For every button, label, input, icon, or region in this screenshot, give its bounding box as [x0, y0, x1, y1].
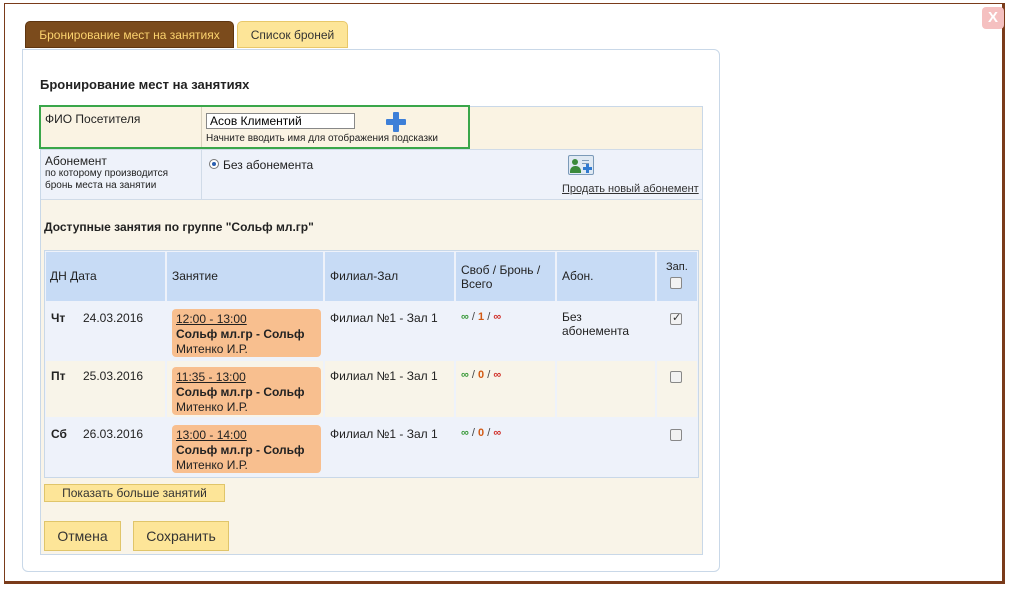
show-more-lessons-button[interactable]: Показать больше занятий — [44, 484, 225, 502]
row-capacity: ∞ / 0 / ∞ — [461, 369, 502, 381]
total-count: ∞ — [493, 369, 502, 381]
row-lesson-cell: 13:00 - 14:00 Сольф мл.гр - Сольф Митенк… — [167, 419, 323, 475]
reserve-checkbox[interactable] — [670, 429, 682, 441]
visitor-row: ФИО Посетителя Начните вводить имя для о… — [39, 105, 702, 149]
tab-booking[interactable]: Бронирование мест на занятиях — [25, 21, 234, 48]
table-row: Сб 26.03.2016 — [46, 419, 165, 475]
booked-count: 0 — [478, 427, 485, 439]
select-all-checkbox[interactable] — [670, 277, 682, 289]
row-day: Пт — [51, 369, 66, 383]
row-free-cell: ∞ / 1 / ∞ — [456, 303, 555, 359]
row-date: 25.03.2016 — [83, 369, 144, 383]
lesson-teacher: Митенко И.Р. — [176, 458, 248, 472]
lesson-name: Сольф мл.гр - Сольф — [176, 385, 305, 399]
cancel-button[interactable]: Отмена — [44, 521, 121, 551]
lesson-card[interactable]: 11:35 - 13:00 Сольф мл.гр - Сольф Митенк… — [172, 367, 321, 415]
header-free-label-2: Всего — [461, 277, 493, 291]
header-reserve-label: Зап. — [666, 261, 688, 273]
lessons-section-title: Доступные занятия по группе "Сольф мл.гр… — [44, 220, 314, 234]
row-capacity: ∞ / 1 / ∞ — [461, 311, 502, 323]
row-branch-cell: Филиал №1 - Зал 1 — [325, 361, 454, 417]
subscription-label: Абонемент — [45, 154, 107, 168]
row-branch: Филиал №1 - Зал 1 — [330, 369, 438, 383]
close-button[interactable]: X — [982, 7, 1004, 29]
row-day: Чт — [51, 311, 66, 325]
table-row: Пт 25.03.2016 — [46, 361, 165, 417]
row-branch: Филиал №1 - Зал 1 — [330, 311, 438, 325]
booking-panel: Бронирование мест на занятиях ФИО Посети… — [22, 49, 720, 572]
header-reserve: Зап. — [657, 252, 697, 301]
lesson-time-link[interactable]: 13:00 - 14:00 — [176, 428, 317, 443]
row-subscription-1: Без — [562, 310, 582, 324]
sell-subscription-link[interactable]: Продать новый абонемент — [562, 183, 699, 195]
row-reserve-cell — [657, 303, 697, 359]
row-day: Сб — [51, 427, 67, 441]
header-subscription: Абон. — [557, 252, 655, 301]
subscription-sublabel-2: бронь места на занятии — [45, 180, 157, 191]
row-subscription-cell: Без абонемента — [557, 303, 655, 359]
header-branch-label: Филиал-Зал — [330, 269, 399, 283]
row-subscription-cell — [557, 361, 655, 417]
header-lesson: Занятие — [167, 252, 323, 301]
lesson-time-link[interactable]: 11:35 - 13:00 — [176, 370, 317, 385]
row-capacity: ∞ / 0 / ∞ — [461, 427, 502, 439]
lesson-card[interactable]: 12:00 - 13:00 Сольф мл.гр - Сольф Митенк… — [172, 309, 321, 357]
visitor-highlight-frame — [39, 105, 470, 149]
booked-count: 0 — [478, 369, 485, 381]
row-branch-cell: Филиал №1 - Зал 1 — [325, 419, 454, 475]
reserve-checkbox[interactable] — [670, 311, 682, 325]
booking-form: ФИО Посетителя Начните вводить имя для о… — [39, 105, 703, 555]
lesson-time-link[interactable]: 12:00 - 13:00 — [176, 312, 317, 327]
header-lesson-label: Занятие — [172, 269, 218, 283]
row-date: 26.03.2016 — [83, 427, 144, 441]
page-title: Бронирование мест на занятиях — [40, 77, 250, 92]
table-row: Чт 24.03.2016 — [46, 303, 165, 359]
tab-bookings-list[interactable]: Список броней — [237, 21, 348, 48]
lesson-name: Сольф мл.гр - Сольф — [176, 327, 305, 341]
subscription-row: Абонемент по которому производится бронь… — [41, 149, 702, 200]
free-count: ∞ — [461, 369, 469, 381]
row-date: 24.03.2016 — [83, 311, 144, 325]
no-subscription-label: Без абонемента — [223, 158, 314, 172]
reserve-checkbox[interactable] — [670, 371, 682, 383]
row-free-cell: ∞ / 0 / ∞ — [456, 361, 555, 417]
save-button[interactable]: Сохранить — [133, 521, 229, 551]
header-free-label-1: Своб / Бронь / — [461, 263, 541, 277]
lessons-table: ДН Дата Занятие Филиал-Зал Своб / Бронь … — [44, 250, 699, 478]
sell-subscription-icon[interactable] — [568, 155, 594, 175]
subscription-sublabel-1: по которому производится — [45, 168, 169, 179]
row-branch-cell: Филиал №1 - Зал 1 — [325, 303, 454, 359]
header-branch: Филиал-Зал — [325, 252, 454, 301]
total-count: ∞ — [493, 427, 502, 439]
lesson-teacher: Митенко И.Р. — [176, 342, 248, 356]
lesson-teacher: Митенко И.Р. — [176, 400, 248, 414]
row-reserve-cell — [657, 419, 697, 475]
lesson-card[interactable]: 13:00 - 14:00 Сольф мл.гр - Сольф Митенк… — [172, 425, 321, 473]
row-lesson-cell: 12:00 - 13:00 Сольф мл.гр - Сольф Митенк… — [167, 303, 323, 359]
header-subscription-label: Абон. — [562, 269, 594, 283]
row-branch: Филиал №1 - Зал 1 — [330, 427, 438, 441]
header-free: Своб / Бронь / Всего — [456, 252, 555, 301]
row-reserve-cell — [657, 361, 697, 417]
free-count: ∞ — [461, 427, 469, 439]
subscription-label-cell: Абонемент по которому производится бронь… — [41, 150, 202, 199]
row-subscription-cell — [557, 419, 655, 475]
free-count: ∞ — [461, 311, 469, 323]
booked-count: 1 — [478, 311, 485, 323]
row-subscription-2: абонемента — [562, 324, 630, 338]
row-free-cell: ∞ / 0 / ∞ — [456, 419, 555, 475]
no-subscription-radio[interactable] — [209, 159, 219, 169]
header-day-date-label: ДН Дата — [50, 269, 97, 283]
total-count: ∞ — [493, 311, 502, 323]
lesson-name: Сольф мл.гр - Сольф — [176, 443, 305, 457]
row-lesson-cell: 11:35 - 13:00 Сольф мл.гр - Сольф Митенк… — [167, 361, 323, 417]
header-day-date: ДН Дата — [46, 252, 165, 301]
